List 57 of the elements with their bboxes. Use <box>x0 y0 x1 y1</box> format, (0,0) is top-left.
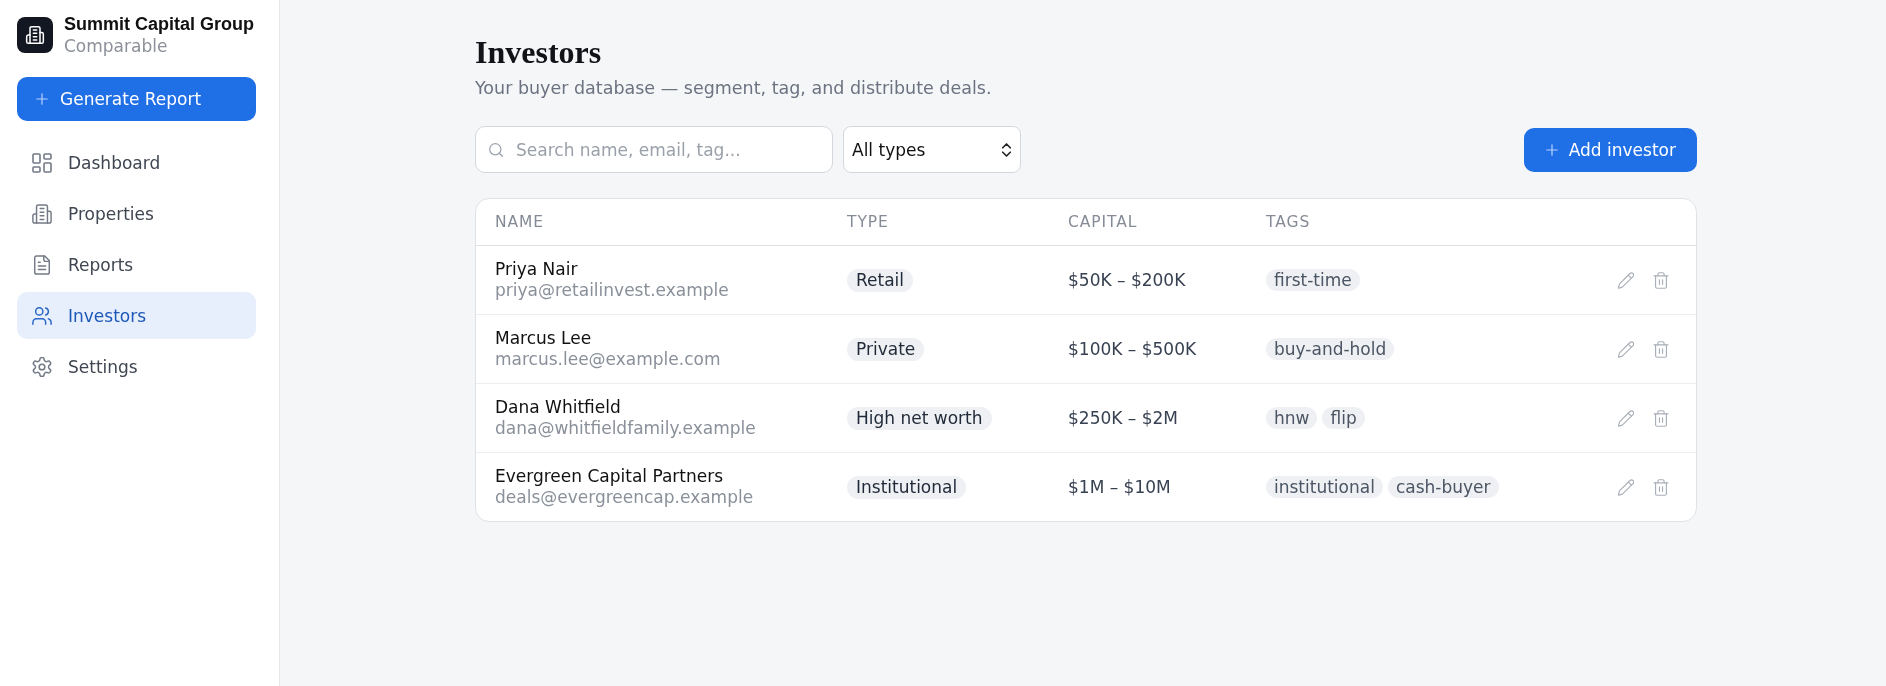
plus-icon <box>1545 143 1558 156</box>
plus-icon <box>36 93 48 105</box>
search-icon <box>489 143 503 157</box>
settings-icon <box>32 356 52 377</box>
trash-icon[interactable] <box>1653 271 1669 289</box>
brand-subtitle: Comparable <box>64 35 168 57</box>
column-header: CAPITAL <box>1068 213 1138 231</box>
sidebar-item[interactable]: Dashboard <box>17 139 256 186</box>
building-icon <box>32 203 52 224</box>
document-icon <box>32 254 52 275</box>
investor-email: priya@retailinvest.example <box>495 280 729 301</box>
capital-range: $100K – $500K <box>1068 339 1197 359</box>
investor-type-badge: High net worth <box>847 406 992 430</box>
generate-report-button[interactable]: Generate Report <box>17 77 256 121</box>
pencil-icon[interactable] <box>1618 340 1634 358</box>
tag-chip: first-time <box>1266 269 1360 291</box>
column-header: TYPE <box>847 213 889 231</box>
tag-chip: hnw <box>1266 407 1318 429</box>
investor-name: Dana Whitfield <box>495 397 621 418</box>
page-title: Investors <box>475 34 603 70</box>
trash-icon[interactable] <box>1653 409 1669 427</box>
pencil-icon[interactable] <box>1618 478 1634 496</box>
capital-range: $1M – $10M <box>1068 477 1171 497</box>
sidebar-item[interactable]: Investors <box>17 292 256 339</box>
building-icon <box>17 17 53 53</box>
tag-chip: buy-and-hold <box>1266 338 1395 360</box>
column-header: TAGS <box>1266 213 1311 231</box>
pencil-icon[interactable] <box>1618 409 1634 427</box>
investor-email: dana@whitfieldfamily.example <box>495 418 756 439</box>
sidebar-item[interactable]: Properties <box>17 190 256 237</box>
capital-range: $250K – $2M <box>1068 408 1179 428</box>
investor-email: deals@evergreencap.example <box>495 487 754 508</box>
grid-icon <box>32 152 52 173</box>
investor-name: Priya Nair <box>495 259 578 280</box>
people-icon <box>32 305 52 326</box>
chevron-up-down-icon <box>1002 142 1011 157</box>
investor-type-badge: Institutional <box>847 475 967 499</box>
trash-icon[interactable] <box>1653 340 1669 358</box>
page-subtitle: Your buyer database — segment, tag, and distribute deals. <box>475 77 993 100</box>
pencil-icon[interactable] <box>1618 271 1634 289</box>
investor-type-badge: Private <box>847 337 925 361</box>
tag-chip: institutional <box>1266 476 1383 498</box>
trash-icon[interactable] <box>1653 478 1669 496</box>
investor-email: marcus.lee@example.com <box>495 349 721 370</box>
investor-name: Marcus Lee <box>495 328 592 349</box>
type-filter-select[interactable]: All types <box>843 126 1021 173</box>
sidebar-item[interactable]: Reports <box>17 241 256 288</box>
column-header: NAME <box>495 213 545 231</box>
sidebar-item[interactable]: Settings <box>17 343 256 390</box>
brand-name: Summit Capital Group <box>64 13 254 35</box>
tag-chip: cash-buyer <box>1387 476 1499 498</box>
search-field[interactable]: Search name, email, tag... <box>475 126 833 173</box>
tag-chip: flip <box>1322 407 1365 429</box>
investor-type-badge: Retail <box>847 268 914 292</box>
capital-range: $50K – $200K <box>1068 270 1186 290</box>
investor-name: Evergreen Capital Partners <box>495 466 724 487</box>
add-investor-button[interactable]: Add investor <box>1523 127 1697 172</box>
